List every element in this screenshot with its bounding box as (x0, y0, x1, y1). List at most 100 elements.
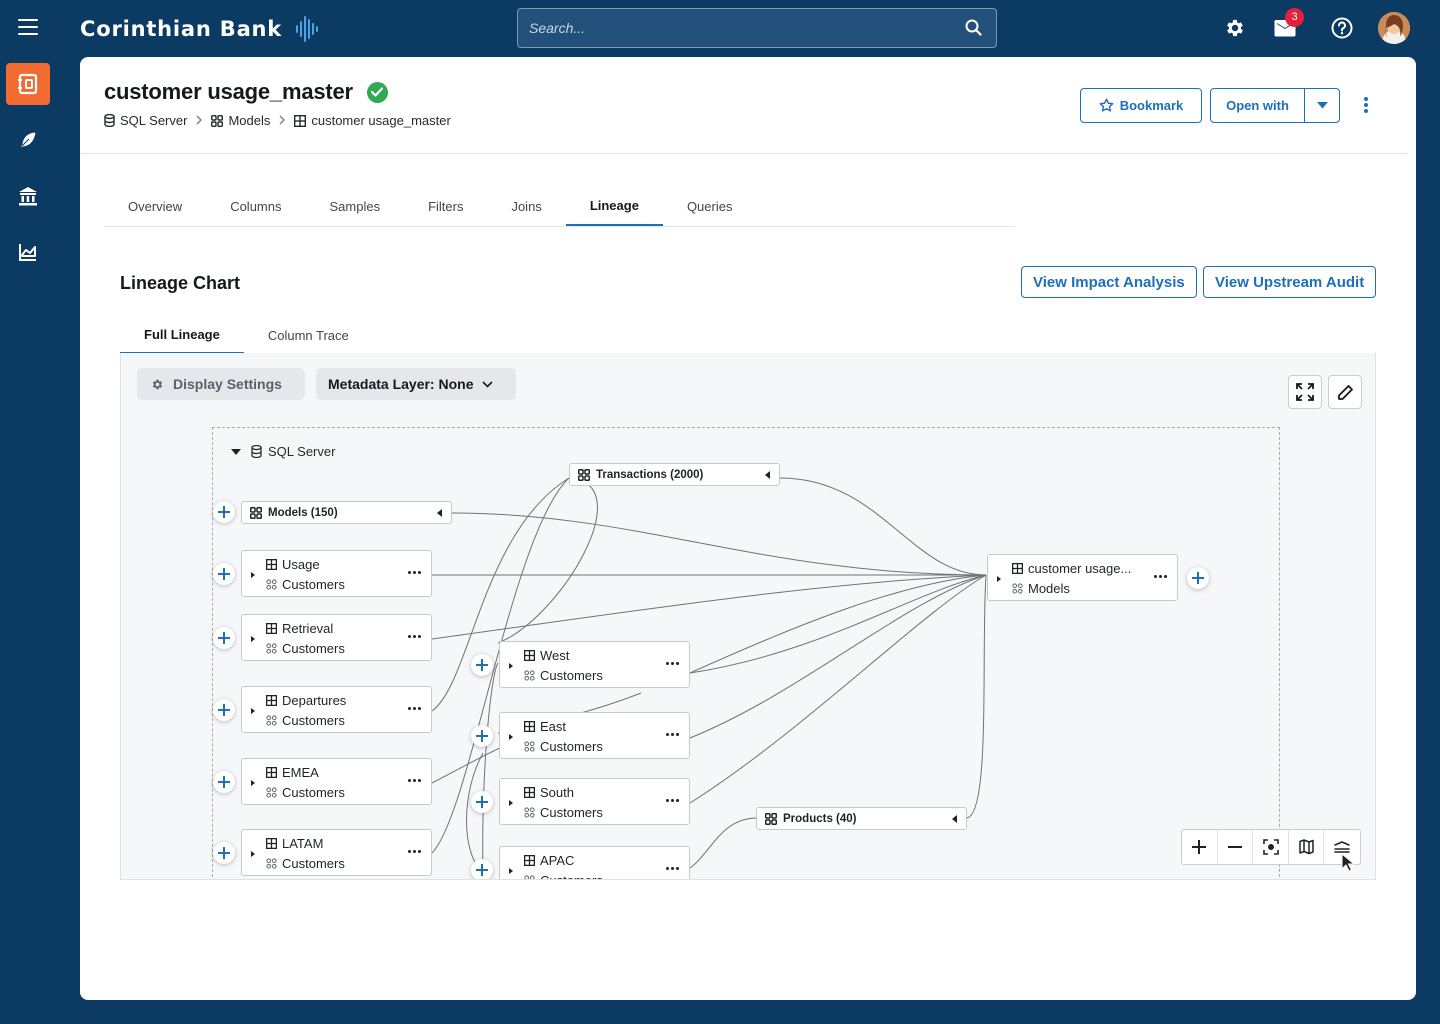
bookmark-button[interactable]: Bookmark (1080, 88, 1202, 123)
minimap-button[interactable] (1289, 830, 1325, 864)
expand-upstream-button[interactable] (213, 563, 235, 585)
expand-upstream-button[interactable] (471, 654, 493, 676)
tab-queries[interactable]: Queries (663, 187, 757, 226)
expand-caret-icon[interactable] (997, 576, 1001, 582)
asset-card: customer usage_master SQL Server Models … (80, 57, 1416, 1000)
node-menu-icon[interactable] (666, 662, 679, 665)
lineage-canvas[interactable]: Display Settings Metadata Layer: None SQ… (120, 353, 1376, 880)
expand-upstream-button[interactable] (471, 791, 493, 813)
help-icon[interactable] (1329, 15, 1355, 41)
lineage-node-latam[interactable]: LATAM Customers (241, 829, 432, 876)
grid-icon (266, 579, 277, 590)
sidebar-item-institution[interactable] (6, 175, 50, 217)
expand-upstream-button[interactable] (213, 501, 235, 523)
lineage-node-departures[interactable]: Departures Customers (241, 686, 432, 733)
expand-upstream-button[interactable] (213, 699, 235, 721)
open-with-button[interactable]: Open with (1210, 88, 1305, 123)
grid-icon (524, 670, 535, 681)
expand-downstream-button[interactable] (1187, 567, 1209, 589)
collapse-icon[interactable] (765, 471, 770, 479)
collapse-icon[interactable] (952, 815, 957, 823)
expand-caret-icon[interactable] (251, 708, 255, 714)
grid-icon (1012, 583, 1023, 594)
breadcrumb-item-models[interactable]: Models (211, 113, 270, 128)
lineage-node-east[interactable]: East Customers (499, 712, 690, 759)
node-type: Customers (282, 641, 345, 656)
lineage-node-apac[interactable]: APAC Customers (499, 846, 690, 879)
lineage-node-south[interactable]: South Customers (499, 778, 690, 825)
tab-overview[interactable]: Overview (104, 187, 206, 226)
sidebar-item-analytics[interactable] (6, 231, 50, 273)
plus-icon (218, 704, 230, 716)
lineage-node-west[interactable]: West Customers (499, 641, 690, 688)
group-node-models[interactable]: Models (150) (241, 501, 452, 524)
asset-tabs: Overview Columns Samples Filters Joins L… (104, 187, 1015, 227)
open-with-dropdown-button[interactable] (1304, 88, 1340, 123)
avatar[interactable] (1378, 12, 1410, 44)
expand-upstream-button[interactable] (213, 842, 235, 864)
expand-caret-icon[interactable] (251, 572, 255, 578)
grid-icon (250, 506, 262, 519)
tab-samples[interactable]: Samples (305, 187, 404, 226)
group-node-transactions[interactable]: Transactions (2000) (569, 463, 780, 486)
lineage-node-target[interactable]: customer usage... Models (987, 554, 1178, 601)
group-node-products[interactable]: Products (40) (756, 807, 967, 830)
zoom-in-button[interactable] (1182, 830, 1218, 864)
breadcrumb-item-current[interactable]: customer usage_master (294, 113, 451, 128)
fit-view-button[interactable] (1253, 830, 1289, 864)
tab-filters[interactable]: Filters (404, 187, 487, 226)
view-impact-analysis-button[interactable]: View Impact Analysis (1021, 266, 1197, 298)
collapse-icon[interactable] (437, 509, 442, 517)
breadcrumb: SQL Server Models customer usage_master (104, 113, 451, 128)
expand-caret-icon[interactable] (251, 636, 255, 642)
tab-lineage[interactable]: Lineage (565, 187, 663, 226)
lineage-node-emea[interactable]: EMEA Customers (241, 758, 432, 805)
node-menu-icon[interactable] (666, 867, 679, 870)
node-menu-icon[interactable] (408, 779, 421, 782)
node-menu-icon[interactable] (408, 707, 421, 710)
mouse-cursor-icon (1341, 853, 1355, 872)
page-title: customer usage_master (104, 79, 353, 104)
expand-upstream-button[interactable] (471, 725, 493, 747)
node-menu-icon[interactable] (666, 733, 679, 736)
table-icon (1012, 563, 1023, 574)
node-menu-icon[interactable] (1154, 575, 1167, 578)
menu-icon[interactable] (18, 19, 38, 35)
expand-upstream-button[interactable] (213, 771, 235, 793)
lineage-node-retrieval[interactable]: Retrieval Customers (241, 614, 432, 661)
tab-joins[interactable]: Joins (487, 187, 565, 226)
expand-caret-icon[interactable] (509, 868, 513, 874)
expand-upstream-button[interactable] (213, 627, 235, 649)
zoom-out-button[interactable] (1218, 830, 1254, 864)
breadcrumb-item-source[interactable]: SQL Server (104, 113, 187, 128)
settings-icon[interactable] (1222, 15, 1248, 41)
brand-logo[interactable]: Corinthian Bank (80, 14, 320, 44)
node-menu-icon[interactable] (408, 635, 421, 638)
node-menu-icon[interactable] (408, 571, 421, 574)
search-input[interactable] (518, 9, 938, 47)
tab-columns[interactable]: Columns (206, 187, 305, 226)
open-with-label: Open with (1226, 98, 1289, 113)
search-icon[interactable] (965, 19, 982, 41)
expand-caret-icon[interactable] (509, 734, 513, 740)
node-name: East (540, 719, 567, 734)
subtab-full-lineage[interactable]: Full Lineage (120, 316, 244, 354)
expand-upstream-button[interactable] (471, 859, 493, 879)
node-type: Models (1028, 581, 1070, 596)
lineage-node-usage[interactable]: Usage Customers (241, 550, 432, 597)
grid-icon (266, 643, 277, 654)
sidebar-item-catalog[interactable] (6, 63, 50, 105)
more-options-icon[interactable] (1359, 95, 1373, 115)
expand-caret-icon[interactable] (251, 851, 255, 857)
expand-caret-icon[interactable] (251, 780, 255, 786)
expand-caret-icon[interactable] (509, 663, 513, 669)
node-name: Departures (282, 693, 347, 708)
view-upstream-audit-button[interactable]: View Upstream Audit (1203, 266, 1377, 298)
node-type: Customers (540, 873, 603, 879)
node-menu-icon[interactable] (666, 799, 679, 802)
plus-icon (476, 796, 488, 808)
subtab-column-trace[interactable]: Column Trace (244, 316, 373, 354)
sidebar-item-compose[interactable] (6, 119, 50, 161)
expand-caret-icon[interactable] (509, 800, 513, 806)
node-menu-icon[interactable] (408, 850, 421, 853)
